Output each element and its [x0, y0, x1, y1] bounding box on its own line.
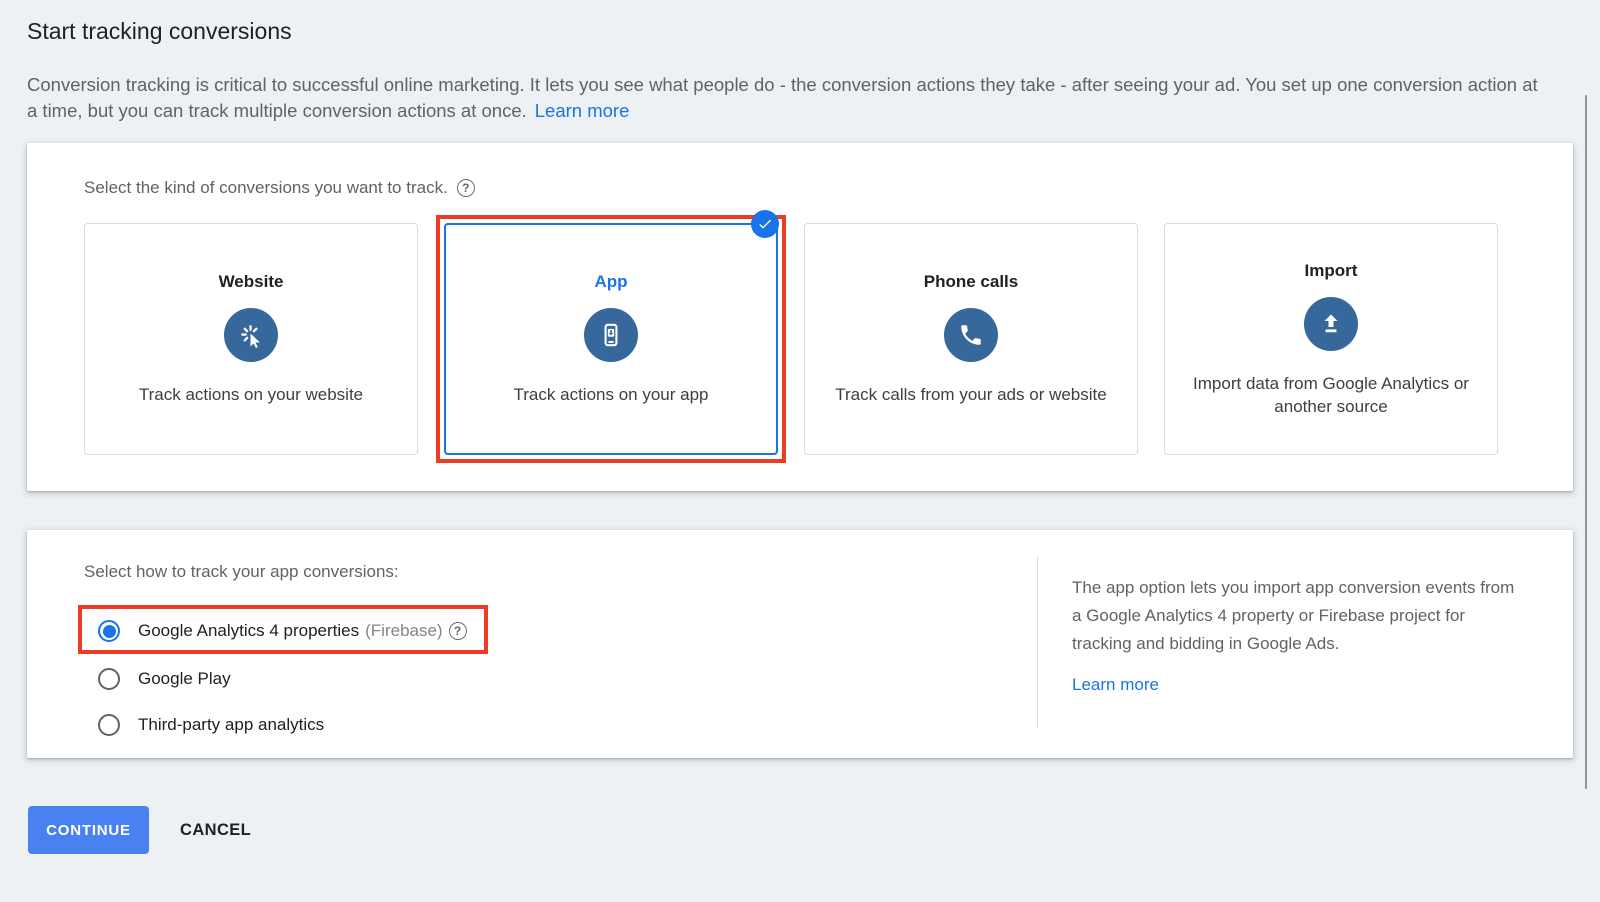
- selected-check-icon: [751, 210, 779, 238]
- vertical-divider: [1037, 557, 1038, 729]
- intro-text: Conversion tracking is critical to succe…: [27, 74, 1538, 121]
- radio-label-text: Third-party app analytics: [138, 715, 324, 735]
- option-title: App: [594, 272, 627, 292]
- radio-label-text: Google Play: [138, 669, 231, 689]
- option-card-import[interactable]: Import Import data from Google Analytics…: [1164, 223, 1498, 455]
- intro-paragraph: Conversion tracking is critical to succe…: [27, 72, 1549, 124]
- continue-button[interactable]: CONTINUE: [28, 806, 149, 854]
- option-card-app[interactable]: App Track actions on your app: [444, 223, 778, 455]
- page-title: Start tracking conversions: [27, 18, 292, 45]
- intro-learn-more-link[interactable]: Learn more: [535, 100, 630, 121]
- option-description: Track actions on your website: [139, 383, 363, 406]
- upload-icon: [1304, 297, 1358, 351]
- method-section-label-row: Select how to track your app conversions…: [84, 562, 399, 582]
- help-icon[interactable]: ?: [457, 179, 475, 197]
- option-title: Phone calls: [924, 272, 1018, 292]
- conversion-kind-card: Select the kind of conversions you want …: [27, 143, 1573, 491]
- method-section-label: Select how to track your app conversions…: [84, 562, 399, 582]
- option-description: Import data from Google Analytics or ano…: [1178, 372, 1484, 418]
- ads-click-icon: [224, 308, 278, 362]
- app-option-info-panel: The app option lets you import app conve…: [1072, 574, 1524, 699]
- option-card-phone-calls[interactable]: Phone calls Track calls from your ads or…: [804, 223, 1138, 455]
- install-mobile-icon: [584, 308, 638, 362]
- kind-section-label: Select the kind of conversions you want …: [84, 178, 448, 198]
- radio-row-google-play[interactable]: Google Play: [98, 665, 231, 693]
- radio-row-third-party[interactable]: Third-party app analytics: [98, 711, 324, 739]
- conversion-type-options: Website Track actions on your website: [84, 223, 1498, 455]
- phone-icon: [944, 308, 998, 362]
- info-text: The app option lets you import app conve…: [1072, 578, 1514, 653]
- radio-label-text: Google Analytics 4 properties: [138, 621, 359, 641]
- info-learn-more-link[interactable]: Learn more: [1072, 671, 1159, 699]
- radio-label: Google Play: [138, 669, 231, 689]
- option-title: Import: [1305, 261, 1358, 281]
- radio-button[interactable]: [98, 668, 120, 690]
- option-description: Track calls from your ads or website: [835, 383, 1106, 406]
- radio-button[interactable]: [98, 714, 120, 736]
- radio-label-suffix: (Firebase): [365, 621, 442, 641]
- option-title: Website: [219, 272, 284, 292]
- radio-button-selected[interactable]: [98, 620, 120, 642]
- help-icon[interactable]: ?: [449, 622, 467, 640]
- tracking-method-card: Select how to track your app conversions…: [27, 530, 1573, 758]
- cancel-button[interactable]: CANCEL: [172, 806, 259, 854]
- scrollbar-thumb[interactable]: [1585, 95, 1587, 789]
- option-description: Track actions on your app: [514, 383, 709, 406]
- kind-section-label-row: Select the kind of conversions you want …: [84, 178, 475, 198]
- radio-label: Google Analytics 4 properties (Firebase)…: [138, 621, 467, 641]
- radio-label: Third-party app analytics: [138, 715, 324, 735]
- option-card-website[interactable]: Website Track actions on your website: [84, 223, 418, 455]
- radio-row-google-analytics[interactable]: Google Analytics 4 properties (Firebase)…: [98, 617, 467, 645]
